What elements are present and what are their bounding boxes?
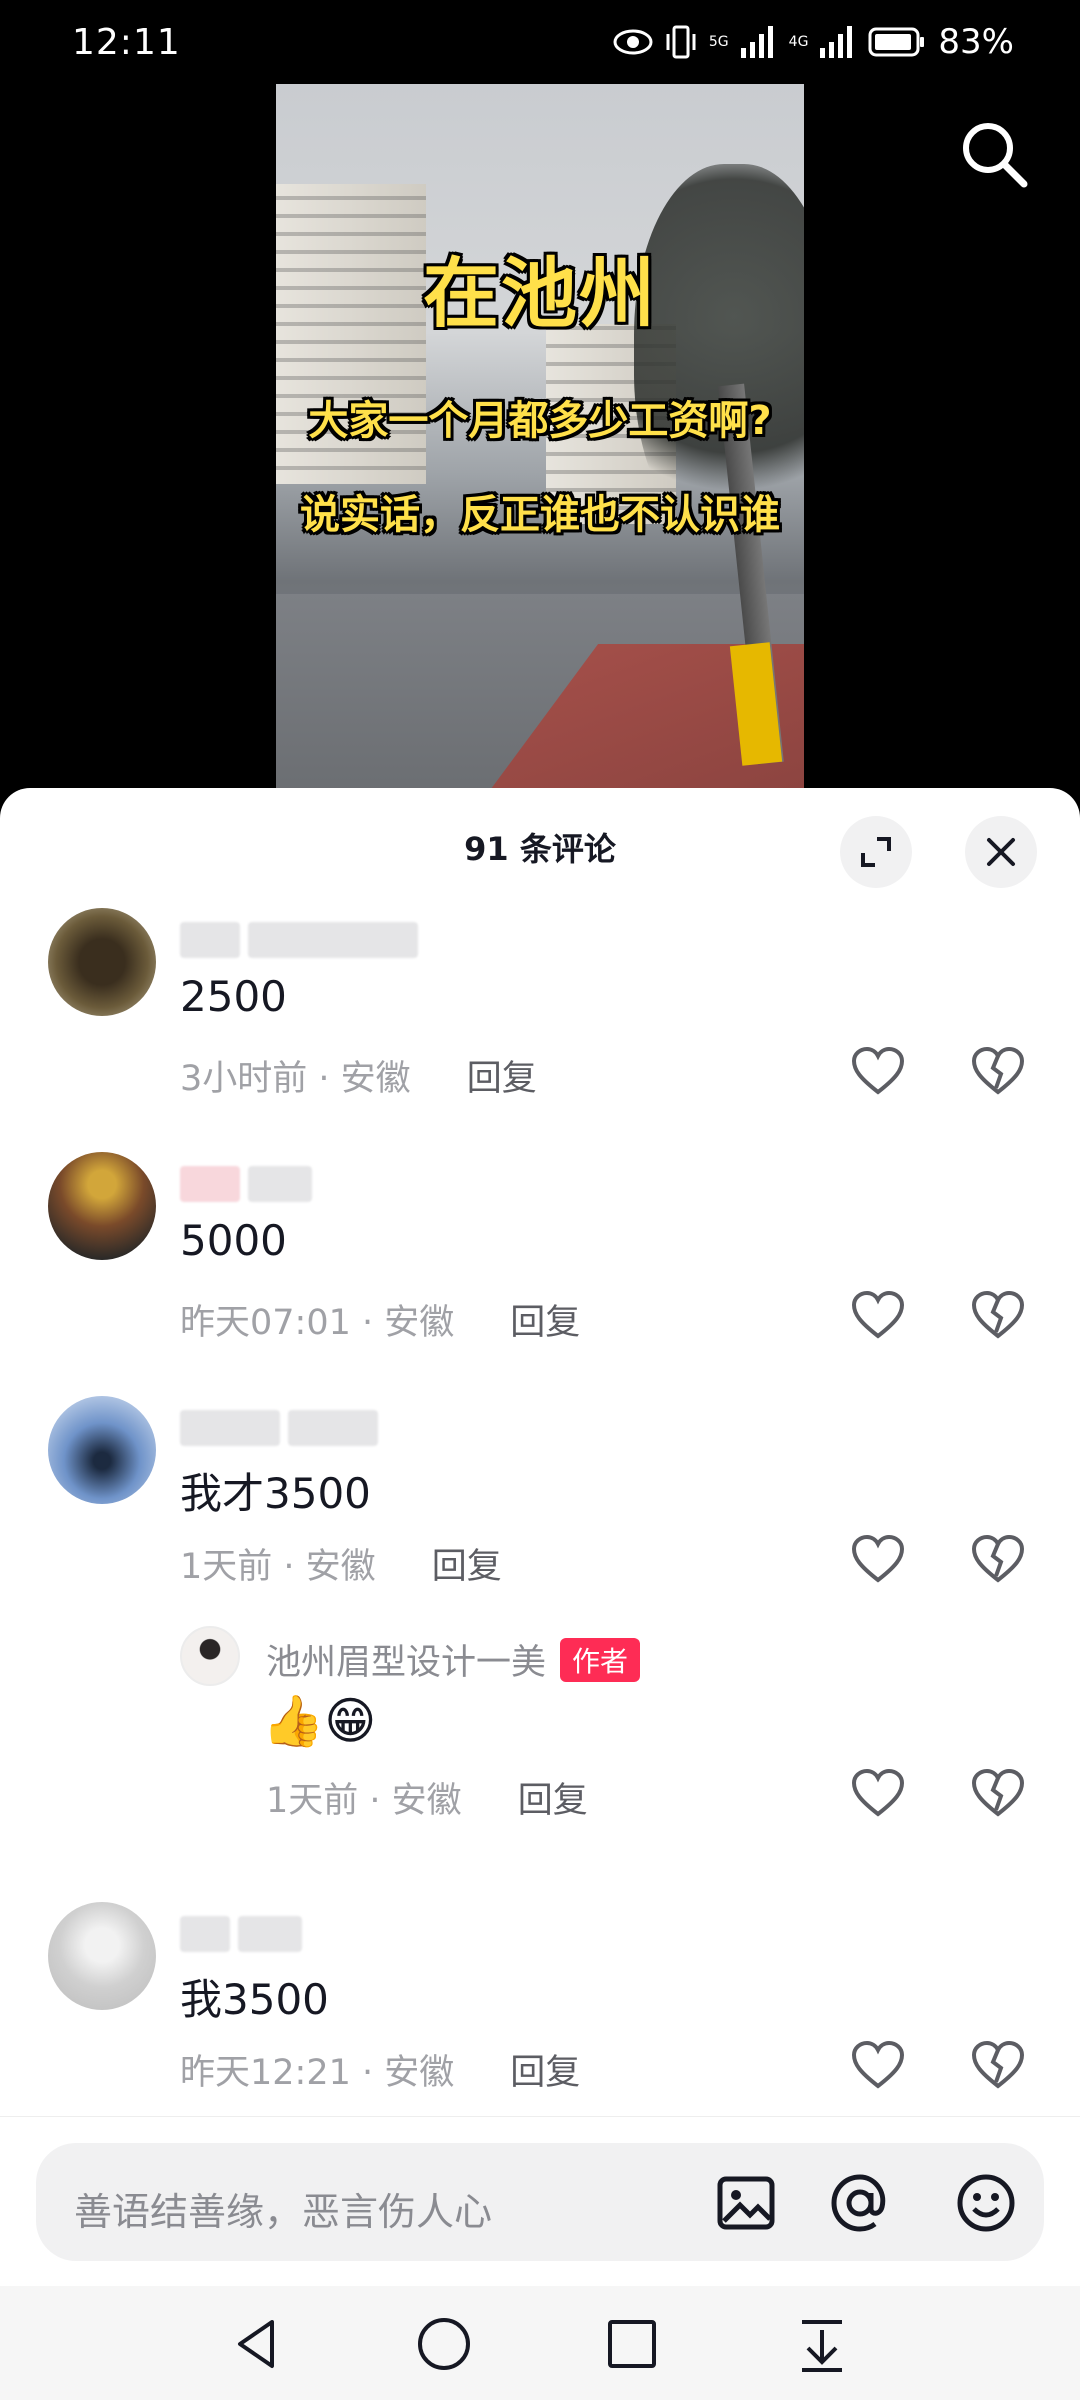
- avatar[interactable]: [48, 1902, 156, 2010]
- reply-button[interactable]: 回复: [510, 2053, 580, 2093]
- expand-button[interactable]: [840, 816, 912, 888]
- battery-icon: [868, 27, 925, 57]
- comment-text: 我3500: [180, 1975, 329, 2024]
- comment-time: 3小时前: [180, 1059, 308, 1099]
- back-icon[interactable]: [228, 2314, 288, 2374]
- reply-button[interactable]: 回复: [510, 1303, 580, 1343]
- reply-author-name[interactable]: 池州眉型设计一美: [266, 1634, 546, 1685]
- comment-location: 安徽: [340, 1059, 411, 1099]
- notification-pull-icon[interactable]: [792, 2314, 852, 2374]
- reply-button[interactable]: 回复: [518, 1781, 588, 1821]
- eye-icon: [613, 29, 653, 55]
- vibrate-icon: [666, 25, 696, 59]
- comment-input[interactable]: 善语结善缘，恶言伤人心: [36, 2143, 1044, 2261]
- username-blurred[interactable]: [180, 1410, 386, 1446]
- comment-time: 昨天07:01: [180, 1303, 351, 1343]
- close-icon: [987, 838, 1015, 866]
- comment-location: 安徽: [305, 1547, 376, 1587]
- status-bar: 12:11 5G 4G 83%: [0, 0, 1080, 84]
- comment-input-placeholder: 善语结善缘，恶言伤人心: [74, 2190, 493, 2234]
- reply-author: 池州眉型设计一美 作者: [266, 1634, 641, 1685]
- home-icon[interactable]: [414, 2314, 474, 2374]
- comment-meta: 3小时前 · 安徽 回复: [180, 1059, 537, 1099]
- comment-time: 昨天12:21: [180, 2053, 351, 2093]
- comment-meta: 昨天12:21 · 安徽 回复: [180, 2053, 581, 2093]
- video-thumbnail[interactable]: 在池州 大家一个月都多少工资啊? 说实话，反正谁也不认识谁: [276, 84, 804, 794]
- status-time: 12:11: [72, 22, 181, 63]
- avatar[interactable]: [48, 1396, 156, 1504]
- dislike-icon[interactable]: [970, 2038, 1026, 2094]
- reply-avatar[interactable]: [180, 1626, 240, 1686]
- emoji-icon[interactable]: [954, 2171, 1018, 2235]
- like-icon[interactable]: [850, 1532, 906, 1588]
- search-icon[interactable]: [954, 114, 1034, 194]
- signal-icon-2: [820, 26, 853, 58]
- video-caption-line-2: 说实话，反正谁也不认识谁: [300, 492, 780, 538]
- network-4g-label: 4G: [788, 34, 809, 50]
- comment-meta: 昨天07:01 · 安徽 回复: [180, 1303, 581, 1343]
- comment-location: 安徽: [384, 2053, 455, 2093]
- author-badge: 作者: [560, 1637, 641, 1682]
- like-icon[interactable]: [850, 1766, 906, 1822]
- reply-meta: 1天前 · 安徽 回复: [266, 1781, 588, 1821]
- comment-input-bar: 善语结善缘，恶言伤人心: [0, 2116, 1080, 2286]
- like-icon[interactable]: [850, 1044, 906, 1100]
- status-icons: 5G 4G 83%: [613, 22, 1014, 62]
- video-caption-line-1: 大家一个月都多少工资啊?: [308, 398, 772, 444]
- expand-icon: [861, 837, 891, 867]
- comment-text: 我才3500: [180, 1469, 371, 1518]
- battery-percent: 83%: [938, 22, 1014, 62]
- comment-time: 1天前: [180, 1547, 273, 1587]
- reply-button[interactable]: 回复: [467, 1059, 537, 1099]
- comment-text: 5000: [180, 1216, 287, 1265]
- avatar[interactable]: [48, 1152, 156, 1260]
- username-blurred[interactable]: [180, 1916, 310, 1952]
- reply-button[interactable]: 回复: [432, 1547, 502, 1587]
- image-icon[interactable]: [714, 2171, 778, 2235]
- recents-icon[interactable]: [602, 2314, 662, 2374]
- system-nav-bar: [0, 2286, 1080, 2400]
- dislike-icon[interactable]: [970, 1288, 1026, 1344]
- network-5g-label: 5G: [708, 34, 729, 50]
- like-icon[interactable]: [850, 1288, 906, 1344]
- video-player[interactable]: 在池州 大家一个月都多少工资啊? 说实话，反正谁也不认识谁: [0, 84, 1080, 794]
- reply-text: 👍😁: [262, 1692, 377, 1750]
- comment-count-title: 91 条评论: [464, 830, 616, 868]
- comment-location: 安徽: [384, 1303, 455, 1343]
- dislike-icon[interactable]: [970, 1044, 1026, 1100]
- avatar[interactable]: [48, 908, 156, 1016]
- comment-text: 2500: [180, 972, 287, 1021]
- username-blurred[interactable]: [180, 922, 426, 958]
- video-caption-title: 在池州: [423, 249, 657, 338]
- username-blurred[interactable]: [180, 1166, 320, 1202]
- at-icon[interactable]: [828, 2171, 892, 2235]
- reply-location: 安徽: [391, 1781, 462, 1821]
- dislike-icon[interactable]: [970, 1532, 1026, 1588]
- dislike-icon[interactable]: [970, 1766, 1026, 1822]
- signal-icon: [740, 26, 773, 58]
- close-button[interactable]: [965, 816, 1037, 888]
- comment-sheet: 91 条评论 2500 3小时前 · 安徽 回复 5000 昨天07:01 · …: [0, 788, 1080, 2284]
- like-icon[interactable]: [850, 2038, 906, 2094]
- comment-meta: 1天前 · 安徽 回复: [180, 1547, 502, 1587]
- reply-time: 1天前: [266, 1781, 359, 1821]
